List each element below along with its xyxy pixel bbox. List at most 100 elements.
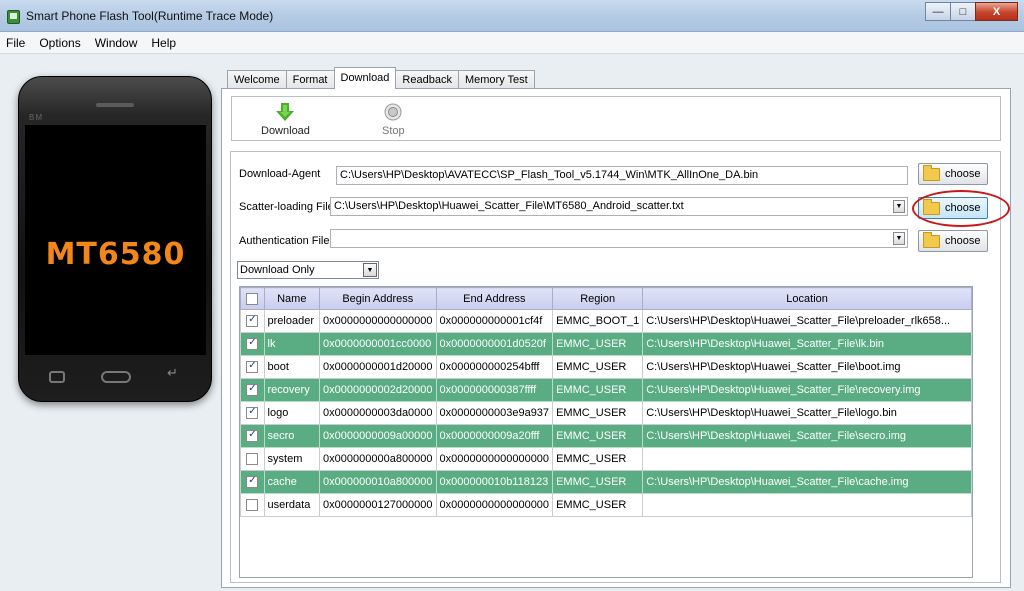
cell-region: EMMC_USER — [552, 355, 644, 379]
table-row[interactable]: system 0x000000000a800000 0x00000000000000… — [240, 447, 972, 471]
cell-begin-address: 0x0000000001cc0000 — [319, 332, 437, 356]
cell-region: EMMC_USER — [552, 378, 644, 402]
row-checkbox[interactable] — [240, 424, 265, 448]
title-bar: Smart Phone Flash Tool(Runtime Trace Mod… — [0, 0, 1024, 32]
maximize-button[interactable]: □ — [950, 2, 976, 21]
row-checkbox[interactable] — [240, 378, 265, 402]
scatter-file-field[interactable]: C:\Users\HP\Desktop\Huawei_Scatter_File\… — [330, 197, 908, 216]
tab-bar: Welcome Format Download Readback Memory … — [227, 67, 535, 89]
cell-name: lk — [263, 332, 321, 356]
menu-options[interactable]: Options — [32, 36, 87, 50]
checkbox-icon — [246, 475, 259, 489]
cell-begin-address: 0x000000000a800000 — [319, 447, 437, 471]
cell-location: C:\Users\HP\Desktop\Huawei_Scatter_File\… — [642, 470, 972, 494]
row-checkbox[interactable] — [240, 493, 265, 517]
table-row[interactable]: cache0x000000010a8000000x000000010b11812… — [240, 470, 972, 494]
download-agent-label: Download-Agent — [239, 168, 321, 180]
table-row[interactable]: lk0x0000000001cc00000x0000000001d0520fEM… — [240, 332, 972, 356]
table-row[interactable]: userdata 0x0000000127000000 0x000000000000… — [240, 493, 972, 517]
cell-begin-address: 0x0000000000000000 — [319, 309, 437, 333]
tab-memory-test[interactable]: Memory Test — [457, 70, 535, 89]
toolbar: Download Stop — [231, 96, 1001, 141]
table-row[interactable]: logo0x0000000003da00000x0000000003e9a937… — [240, 401, 972, 425]
cell-end-address: 0x000000010b118123 — [435, 470, 554, 494]
cell-begin-address: 0x000000010a800000 — [319, 470, 437, 494]
cell-name: logo — [263, 401, 321, 425]
dropdown-arrow-icon[interactable]: ▼ — [893, 232, 905, 245]
auth-file-label: Authentication File — [239, 235, 330, 247]
table-row[interactable]: boot0x0000000001d200000x000000000254bfff… — [240, 355, 972, 379]
cell-name: system — [263, 447, 321, 471]
column-header-location[interactable]: Location — [642, 287, 972, 310]
checkbox-icon — [246, 314, 259, 328]
cell-name: recovery — [263, 378, 321, 402]
menu-file[interactable]: File — [0, 36, 32, 50]
table-row[interactable]: recovery0x0000000002d200000x000000000387… — [240, 378, 972, 402]
cell-location — [642, 493, 972, 517]
auth-file-field[interactable]: ▼ — [330, 229, 908, 248]
checkbox-icon — [246, 337, 259, 351]
checkbox-icon — [246, 383, 259, 397]
cell-end-address: 0x000000000001cf4f — [435, 309, 554, 333]
chevron-down-icon[interactable]: ▼ — [363, 263, 377, 277]
download-form: Download-Agent C:\Users\HP\Desktop\AVATE… — [230, 151, 1010, 583]
column-header-begin-address[interactable]: Begin Address — [319, 287, 437, 310]
menu-help[interactable]: Help — [144, 36, 183, 50]
download-button[interactable]: Download — [261, 101, 310, 137]
cell-location: C:\Users\HP\Desktop\Huawei_Scatter_File\… — [642, 424, 972, 448]
cell-location: C:\Users\HP\Desktop\Huawei_Scatter_File\… — [642, 309, 972, 333]
row-checkbox[interactable] — [240, 447, 265, 471]
highlight-ring — [912, 190, 1010, 227]
choose-label: choose — [945, 235, 981, 247]
row-checkbox[interactable] — [240, 470, 265, 494]
minimize-button[interactable]: — — [925, 2, 951, 21]
dropdown-arrow-icon[interactable]: ▼ — [893, 200, 905, 213]
cell-begin-address: 0x0000000127000000 — [319, 493, 437, 517]
cell-end-address: 0x0000000000000000 — [435, 447, 554, 471]
cell-name: cache — [263, 470, 321, 494]
scatter-file-label: Scatter-loading File — [239, 201, 334, 213]
menu-bar: File Options Window Help — [0, 32, 1024, 54]
cell-name: userdata — [263, 493, 321, 517]
cell-begin-address: 0x0000000003da0000 — [319, 401, 437, 425]
download-agent-field[interactable]: C:\Users\HP\Desktop\AVATECC\SP_Flash_Too… — [336, 166, 908, 185]
phone-model-label: MT6580 — [45, 237, 186, 272]
folder-icon — [923, 164, 940, 181]
cell-begin-address: 0x0000000009a00000 — [319, 424, 437, 448]
row-checkbox[interactable] — [240, 401, 265, 425]
stop-button[interactable]: Stop — [382, 101, 405, 137]
cell-begin-address: 0x0000000002d20000 — [319, 378, 437, 402]
column-header-name[interactable]: Name — [263, 287, 321, 310]
tab-readback[interactable]: Readback — [395, 70, 459, 89]
select-all-checkbox[interactable] — [240, 287, 265, 310]
table-row[interactable]: preloader0x00000000000000000x00000000000… — [240, 309, 972, 333]
tab-welcome[interactable]: Welcome — [227, 70, 287, 89]
partition-table: Name Begin Address End Address Region Lo… — [240, 287, 972, 517]
cell-location: C:\Users\HP\Desktop\Huawei_Scatter_File\… — [642, 332, 972, 356]
cell-region: EMMC_USER — [552, 424, 644, 448]
scatter-file-value: C:\Users\HP\Desktop\Huawei_Scatter_File\… — [334, 200, 684, 212]
row-checkbox[interactable] — [240, 355, 265, 379]
tab-download[interactable]: Download — [333, 67, 397, 89]
close-button[interactable]: X — [975, 2, 1018, 21]
app-icon — [7, 10, 20, 24]
phone-menu-key-icon — [49, 371, 65, 383]
download-mode-select[interactable]: Download Only ▼ — [237, 261, 379, 279]
folder-icon — [923, 231, 940, 248]
menu-window[interactable]: Window — [88, 36, 145, 50]
tab-format[interactable]: Format — [285, 70, 335, 89]
row-checkbox[interactable] — [240, 332, 265, 356]
cell-region: EMMC_USER — [552, 332, 644, 356]
download-agent-choose-button[interactable]: choose — [918, 163, 988, 185]
cell-end-address: 0x0000000000000000 — [435, 493, 554, 517]
table-row[interactable]: secro0x0000000009a000000x0000000009a20ff… — [240, 424, 972, 448]
cell-location: C:\Users\HP\Desktop\Huawei_Scatter_File\… — [642, 401, 972, 425]
download-mode-value: Download Only — [240, 264, 315, 276]
column-header-end-address[interactable]: End Address — [435, 287, 554, 310]
cell-end-address: 0x0000000001d0520f — [435, 332, 554, 356]
column-header-region[interactable]: Region — [552, 287, 644, 310]
auth-file-choose-button[interactable]: choose — [918, 230, 988, 252]
row-checkbox[interactable] — [240, 309, 265, 333]
cell-region: EMMC_USER — [552, 493, 644, 517]
cell-end-address: 0x0000000003e9a937 — [435, 401, 554, 425]
